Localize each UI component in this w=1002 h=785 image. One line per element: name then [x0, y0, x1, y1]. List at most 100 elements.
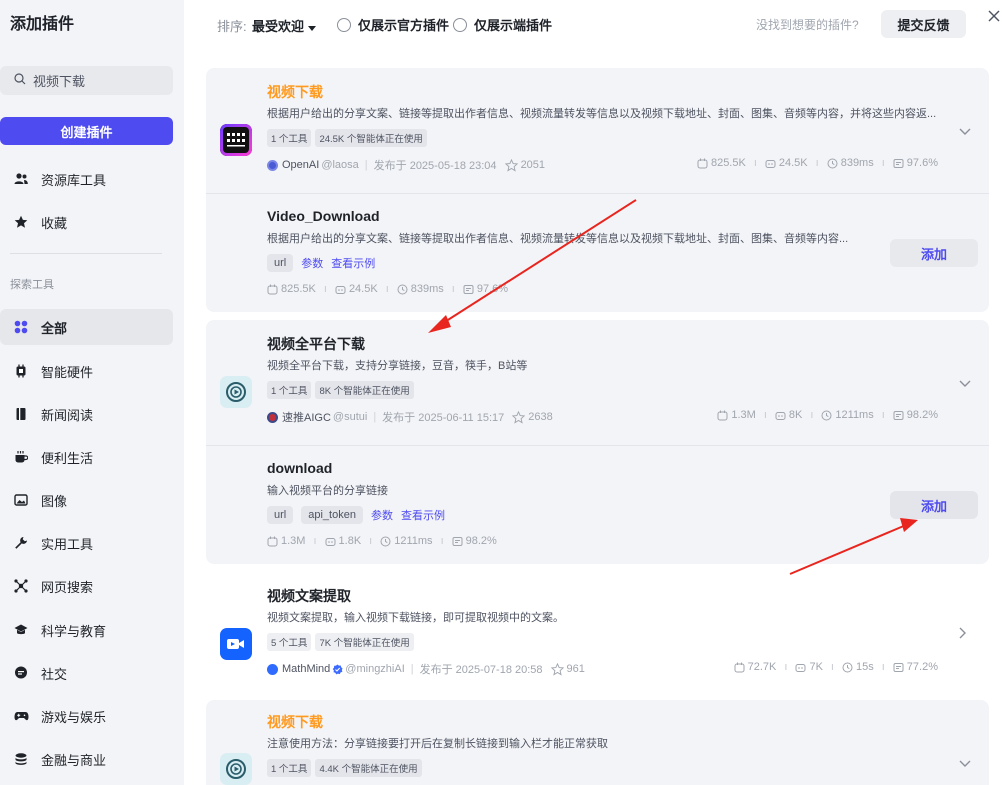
cup-icon: [13, 449, 29, 465]
sidebar-item-label: 网页搜索: [41, 579, 94, 595]
clock-icon: [380, 536, 391, 546]
create-plugin-button[interactable]: 创建插件: [0, 117, 173, 145]
params-link[interactable]: 参数: [371, 507, 393, 523]
publish-date: 发布于 2025-05-18 23:04: [373, 160, 497, 172]
plugin-meta: MathMind @mingzhiAI | 发布于 2025-07-18 20:…: [267, 661, 585, 677]
stat-latency: 1211ms: [821, 409, 874, 421]
play-cloud-icon: [226, 759, 246, 779]
example-link[interactable]: 查看示例: [331, 255, 375, 271]
sidebar-item-label: 全部: [41, 320, 68, 336]
card-divider: [206, 445, 989, 446]
plugin-card[interactable]: 视频全平台下载 视频全平台下载，支持分享链接，豆音，筷手，B站等 1 个工具 8…: [206, 320, 989, 564]
tag-tool-count: 1 个工具: [267, 381, 312, 399]
filter-official-radio[interactable]: 仅展示官方插件: [337, 15, 449, 34]
add-tool-button[interactable]: 添加: [890, 239, 978, 267]
sidebar-item-all[interactable]: 全部: [0, 309, 173, 345]
plugin-name: 视频下载: [267, 714, 323, 730]
stat-success: 97.6%: [893, 157, 938, 169]
star-count[interactable]: 2638: [512, 410, 553, 424]
star-icon: [13, 214, 29, 230]
chip-icon: [13, 363, 29, 379]
separator: |: [373, 411, 377, 423]
plugin-logo: [220, 124, 252, 156]
sidebar-item-utilities[interactable]: 实用工具: [0, 525, 173, 561]
search-input[interactable]: 视频下载: [0, 66, 173, 95]
author-name[interactable]: 速推AIGC: [282, 409, 331, 425]
network-icon: [13, 578, 29, 594]
sidebar-item-social[interactable]: 社交: [0, 655, 173, 691]
plugin-tags: 5 个工具 7K 个智能体正在使用: [267, 633, 414, 651]
clock-icon: [842, 662, 853, 672]
radio-label: 仅展示官方插件: [358, 18, 450, 33]
sidebar-item-label: 便利生活: [41, 450, 94, 466]
sidebar-item-favorites[interactable]: 收藏: [0, 204, 173, 240]
star-count[interactable]: 2051: [504, 158, 545, 172]
separator: |: [364, 159, 368, 171]
sort-label: 排序:: [217, 19, 247, 34]
author-handle: @laosa: [321, 159, 359, 171]
tool-description: 根据用户给出的分享文案、链接等提取出作者信息、视频流量转发等信息以及视频下载地址…: [267, 233, 849, 245]
chevron-down-icon[interactable]: [959, 124, 971, 139]
sort-dropdown[interactable]: 最受欢迎: [252, 16, 304, 35]
sidebar-item-news[interactable]: 新闻阅读: [0, 396, 173, 432]
stat-success: 97.6%: [463, 283, 508, 295]
plugin-tags: 1 个工具 24.5K 个智能体正在使用: [267, 129, 427, 147]
chevron-down-icon[interactable]: [959, 376, 971, 391]
grid-icon: [13, 319, 29, 335]
bot-icon: [775, 411, 786, 420]
close-icon[interactable]: [988, 10, 1000, 25]
stat-calls: 1.3M: [267, 535, 305, 547]
author-name[interactable]: OpenAI: [282, 159, 319, 171]
filter-client-radio[interactable]: 仅展示端插件: [453, 15, 552, 34]
sidebar-item-games[interactable]: 游戏与娱乐: [0, 698, 173, 734]
plugin-card[interactable]: 视频文案提取 视频文案提取，输入视频下载链接，即可提取视频中的文案。 5 个工具…: [206, 572, 989, 696]
tag-tool-count: 1 个工具: [267, 759, 312, 777]
sidebar-item-life[interactable]: 便利生活: [0, 439, 173, 475]
stat-bots: 24.5K: [335, 283, 378, 295]
example-link[interactable]: 查看示例: [401, 507, 445, 523]
avatar: [267, 663, 278, 675]
tag-usage: 24.5K 个智能体正在使用: [315, 129, 427, 147]
sidebar-item-science[interactable]: 科学与教育: [0, 612, 173, 648]
radio-circle: [337, 17, 351, 32]
plugin-card[interactable]: 视频下载 注意使用方法：分享链接要打开后在复制长链接到输入栏才能正常获取 1 个…: [206, 700, 989, 785]
feedback-button[interactable]: 提交反馈: [881, 10, 966, 38]
sidebar-item-label: 图像: [41, 493, 68, 509]
wrench-icon: [13, 535, 29, 551]
caret-down-icon[interactable]: [308, 20, 316, 35]
sidebar-item-library-tools[interactable]: 资源库工具: [0, 161, 173, 197]
tool-description: 输入视频平台的分享链接: [267, 485, 388, 497]
plugin-stats: 72.7K ı 7K ı 15s ı 77.2%: [734, 661, 938, 673]
plugin-card[interactable]: 视频下载 根据用户给出的分享文案、链接等提取出作者信息、视频流量转发等信息以及视…: [206, 68, 989, 312]
top-bar: 排序: 最受欢迎 仅展示官方插件 仅展示端插件 没找到想要的插件? 提交反馈: [184, 0, 1002, 48]
sidebar-item-label: 收藏: [41, 215, 68, 231]
search-value: 视频下载: [33, 74, 86, 89]
add-tool-button[interactable]: 添加: [890, 491, 978, 519]
author-name[interactable]: MathMind: [282, 663, 330, 675]
tool-params: url api_token 参数 查看示例: [267, 506, 445, 524]
sidebar-item-label: 新闻阅读: [41, 407, 94, 423]
sidebar-item-label: 科学与教育: [41, 623, 107, 639]
sidebar: 添加插件 视频下载 创建插件 资源库工具 收藏 探索工具 全部 智能硬件 新闻阅…: [0, 0, 184, 785]
chevron-down-icon[interactable]: [959, 756, 971, 771]
params-link[interactable]: 参数: [301, 255, 323, 271]
sidebar-item-web-search[interactable]: 网页搜索: [0, 568, 173, 604]
tag-usage: 4.4K 个智能体正在使用: [315, 759, 422, 777]
chevron-right-icon[interactable]: [959, 627, 967, 642]
star-count-value: 2638: [528, 411, 553, 423]
plugin-description: 注意使用方法：分享链接要打开后在复制长链接到输入栏才能正常获取: [267, 738, 608, 750]
coins-icon: [13, 751, 29, 767]
param-chip: url: [267, 254, 294, 272]
tool-name: Video_Download: [267, 208, 380, 224]
plugin-meta: 速推AIGC @sutui | 发布于 2025-06-11 15:17 263…: [267, 409, 553, 425]
sidebar-item-image[interactable]: 图像: [0, 482, 173, 518]
star-count[interactable]: 961: [550, 662, 585, 676]
radio-circle: [453, 17, 467, 32]
plugin-name: 视频下载: [267, 84, 323, 100]
sidebar-item-label: 社交: [41, 666, 68, 682]
sidebar-item-finance[interactable]: 金融与商业: [0, 741, 173, 777]
stat-latency: 839ms: [397, 283, 444, 295]
clock-icon: [821, 410, 832, 420]
sidebar-item-smart-hardware[interactable]: 智能硬件: [0, 353, 173, 389]
stat-latency: 839ms: [827, 157, 874, 169]
